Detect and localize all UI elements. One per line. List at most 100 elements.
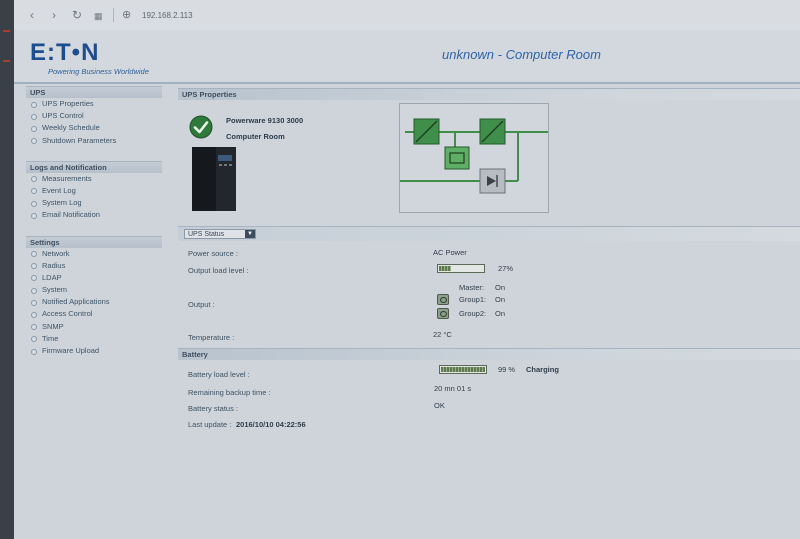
sidebar-item-system[interactable]: System <box>26 284 162 296</box>
sidebar-item-email-notification[interactable]: Email Notification <box>26 209 162 221</box>
sidebar-item-snmp[interactable]: SNMP <box>26 321 162 333</box>
nav-group-title: Logs and Notification <box>26 160 162 173</box>
status-section-bar: UPS Status ▼ <box>178 226 800 241</box>
sidebar-item-label: Measurements <box>42 173 92 183</box>
sidebar-item-label: Event Log <box>42 185 76 195</box>
bullet-icon <box>31 324 37 331</box>
bullet-icon <box>31 336 37 343</box>
group2-value: On <box>495 309 506 318</box>
bullet-icon <box>31 125 37 132</box>
back-icon[interactable]: ‹ <box>30 8 34 22</box>
sidebar-item-event-log[interactable]: Event Log <box>26 185 162 197</box>
section-title: UPS Properties <box>178 88 800 100</box>
sidebar-item-radius[interactable]: Radius <box>26 260 162 272</box>
sidebar-item-measurements[interactable]: Measurements <box>26 173 162 185</box>
last-update-label: Last update : <box>188 420 232 429</box>
nav-group-title: Settings <box>26 235 162 248</box>
group2-outlet-icon <box>437 308 449 319</box>
sidebar-item-ups-control[interactable]: UPS Control <box>26 110 162 122</box>
sidebar-item-label: SNMP <box>42 321 64 331</box>
backup-time-value: 20 mn 01 s <box>434 384 472 393</box>
status-view-select[interactable]: UPS Status ▼ <box>184 229 256 239</box>
sidebar-item-label: Shutdown Parameters <box>42 135 117 145</box>
bullet-icon <box>31 212 37 219</box>
bezel-marker <box>3 60 10 62</box>
address-bar[interactable]: 192.168.2.113 <box>142 11 193 20</box>
bullet-icon <box>31 200 37 207</box>
ups-flow-diagram <box>399 103 549 213</box>
sidebar-item-shutdown-parameters[interactable]: Shutdown Parameters <box>26 135 162 147</box>
sidebar-item-label: Weekly Schedule <box>42 123 100 133</box>
sidebar-item-label: Access Control <box>42 309 93 319</box>
bullet-icon <box>31 348 37 355</box>
sidebar-item-notified-applications[interactable]: Notified Applications <box>26 296 162 308</box>
sidebar-item-label: UPS Properties <box>42 99 94 108</box>
sidebar-item-label: System <box>42 285 68 295</box>
chevron-down-icon: ▼ <box>245 230 255 238</box>
ups-model: Powerware 9130 3000 <box>226 116 304 125</box>
battery-load-value: 99 % <box>498 365 516 374</box>
battery-load-label: Battery load level : <box>188 370 250 379</box>
nav-group-ups: UPS UPS Properties UPS Control Weekly Sc… <box>26 86 162 147</box>
group1-value: On <box>495 295 506 304</box>
logo-tagline: Powering Business Worldwide <box>48 67 149 76</box>
sidebar-item-label: Notified Applications <box>42 297 110 307</box>
sidebar-item-label: UPS Control <box>42 111 84 121</box>
battery-charging-status: Charging <box>526 365 559 374</box>
browser-toolbar: ‹ › ↻ ▦ ⊕ 192.168.2.113 <box>14 0 800 31</box>
ok-check-icon <box>189 115 213 139</box>
nav-group-title: UPS <box>26 86 162 98</box>
sidebar-item-ups-properties[interactable]: UPS Properties <box>26 98 162 110</box>
apps-grid-icon[interactable]: ▦ <box>94 9 103 23</box>
bullet-icon <box>31 138 37 145</box>
sidebar-item-label: Radius <box>42 260 66 270</box>
bullet-icon <box>31 287 37 294</box>
sidebar-item-label: Time <box>42 333 59 343</box>
bullet-icon <box>31 176 37 183</box>
group1-outlet-icon <box>437 294 449 305</box>
battery-status-value: OK <box>434 401 445 410</box>
backup-time-label: Remaining backup time : <box>188 388 271 397</box>
main-content: UPS Properties Powerware 9130 3000 Compu… <box>178 86 800 539</box>
globe-icon: ⊕ <box>122 9 132 21</box>
output-load-value: 27% <box>498 264 514 273</box>
sidebar-item-label: Email Notification <box>42 210 100 220</box>
battery-section-title: Battery <box>178 348 800 360</box>
battery-load-bar <box>439 365 487 374</box>
ups-device-image <box>192 147 236 211</box>
sidebar-item-firmware-upload[interactable]: Firmware Upload <box>26 345 162 357</box>
master-value: On <box>495 283 506 292</box>
temperature-label: Temperature : <box>188 333 235 342</box>
bullet-icon <box>31 299 37 306</box>
nav-group-settings: Settings Network Radius LDAP System Noti… <box>26 235 162 358</box>
battery-icon <box>444 146 470 170</box>
power-source-value: AC Power <box>433 248 467 257</box>
sidebar-item-label: Network <box>42 248 70 258</box>
sidebar-item-time[interactable]: Time <box>26 333 162 345</box>
ups-location: Computer Room <box>226 132 285 141</box>
group1-label: Group1: <box>459 295 487 304</box>
sidebar-item-label: System Log <box>42 198 82 208</box>
master-label: Master: <box>459 283 485 292</box>
nav-group-logs: Logs and Notification Measurements Event… <box>26 160 162 222</box>
sidebar-item-label: Firmware Upload <box>42 346 100 355</box>
forward-icon[interactable]: › <box>52 8 56 22</box>
bullet-icon <box>31 263 37 270</box>
bullet-icon <box>31 251 37 257</box>
reload-icon[interactable]: ↻ <box>72 8 82 22</box>
browser-screen: ‹ › ↻ ▦ ⊕ 192.168.2.113 E:T•N Powering B… <box>14 0 800 539</box>
power-source-label: Power source : <box>188 249 239 258</box>
sidebar-item-system-log[interactable]: System Log <box>26 197 162 209</box>
bullet-icon <box>31 188 37 195</box>
output-load-label: Output load level : <box>188 266 249 275</box>
sidebar-item-access-control[interactable]: Access Control <box>26 308 162 320</box>
status-select-value: UPS Status <box>188 231 225 238</box>
output-label: Output : <box>188 300 215 309</box>
sidebar-item-network[interactable]: Network <box>26 248 162 260</box>
sidebar-item-ldap[interactable]: LDAP <box>26 272 162 284</box>
toolbar-separator <box>113 8 114 22</box>
sidebar-item-weekly-schedule[interactable]: Weekly Schedule <box>26 122 162 134</box>
bullet-icon <box>31 311 37 318</box>
bullet-icon <box>31 275 37 282</box>
eaton-logo[interactable]: E:T•N <box>30 39 99 67</box>
